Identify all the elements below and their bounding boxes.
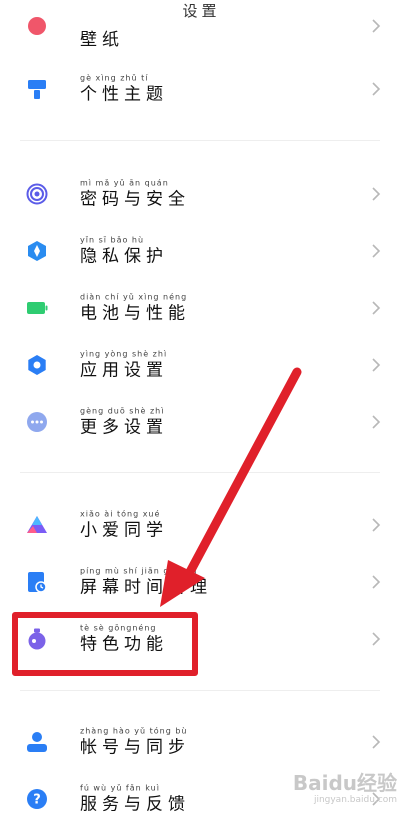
- chevron-right-icon: [372, 186, 381, 201]
- fingerprint-icon: [26, 183, 48, 204]
- wallpaper-icon: [28, 17, 46, 35]
- settings-item-label: 更多设置: [80, 417, 168, 437]
- user-icon: [27, 731, 47, 752]
- settings-item-label: 屏幕时间管理: [80, 577, 212, 597]
- chevron-right-icon: [372, 300, 381, 315]
- settings-item-label: 应用设置: [80, 360, 168, 380]
- chevron-right-icon: [372, 574, 381, 589]
- gear-icon: [28, 354, 46, 375]
- annotation-highlight-box: [12, 612, 198, 676]
- settings-item-pinyin: yìng yòng shè zhì: [80, 349, 168, 358]
- watermark: Baidu经验 jingyan.baidu.com: [277, 772, 397, 810]
- section-divider: [20, 140, 380, 141]
- settings-item-label: 小爱同学: [80, 520, 168, 540]
- settings-item-xiaoai[interactable]: xiǎo ài tóng xué 小爱同学: [0, 496, 403, 553]
- settings-item-more-settings[interactable]: gèng duō shè zhì 更多设置: [0, 393, 403, 450]
- chevron-right-icon: [372, 734, 381, 749]
- settings-item-account-sync[interactable]: zhàng hào yǔ tóng bù 帐号与同步: [0, 713, 403, 770]
- watermark-logo: Baidu经验: [292, 771, 397, 795]
- chevron-right-icon: [372, 19, 381, 33]
- settings-item-pinyin: xiǎo ài tóng xué: [80, 509, 161, 518]
- chevron-right-icon: [372, 517, 381, 532]
- settings-item-pinyin: gè xìng zhǔ tí: [80, 73, 149, 82]
- settings-item-screen-time[interactable]: píng mù shí jiān guǎn lǐ 屏幕时间管理: [0, 553, 403, 610]
- settings-item-pinyin: mì mǎ yǔ ān quán: [80, 178, 169, 187]
- settings-item-battery[interactable]: diàn chí yǔ xìng néng 电池与性能: [0, 279, 403, 336]
- settings-item-pinyin: píng mù shí jiān guǎn lǐ: [80, 566, 198, 575]
- help-icon: ?: [27, 788, 47, 809]
- section-divider: [20, 472, 380, 473]
- settings-item-pinyin: diàn chí yǔ xìng néng: [80, 292, 188, 301]
- settings-item-privacy[interactable]: yǐn sī bǎo hù 隐私保护: [0, 222, 403, 279]
- settings-item-label: 壁纸: [80, 30, 124, 50]
- chevron-right-icon: [372, 243, 381, 258]
- settings-item-pinyin: yǐn sī bǎo hù: [80, 235, 145, 244]
- more-dots-icon: [27, 411, 47, 432]
- chevron-right-icon: [372, 414, 381, 429]
- settings-item-theme[interactable]: gè xìng zhǔ tí 个性主题: [0, 60, 403, 117]
- svg-text:?: ?: [33, 792, 41, 807]
- settings-item-label: 隐私保护: [80, 246, 168, 266]
- settings-item-pinyin: fú wù yǔ fǎn kuì: [80, 783, 160, 792]
- settings-item-label: 帐号与同步: [80, 737, 190, 757]
- settings-item-label: 电池与性能: [80, 303, 190, 323]
- privacy-shield-icon: [28, 240, 46, 261]
- settings-item-app-settings[interactable]: yìng yòng shè zhì 应用设置: [0, 336, 403, 393]
- xiaoai-icon: [27, 515, 47, 533]
- watermark-url: jingyan.baidu.com: [313, 795, 397, 805]
- settings-item-pinyin: gèng duō shè zhì: [80, 406, 165, 415]
- chevron-right-icon: [372, 81, 381, 96]
- chevron-right-icon: [372, 631, 381, 646]
- settings-item-label: 密码与安全: [80, 189, 190, 209]
- settings-item-password-security[interactable]: mì mǎ yǔ ān quán 密码与安全: [0, 165, 403, 222]
- settings-item-pinyin: zhàng hào yǔ tóng bù: [80, 726, 188, 735]
- section-divider: [20, 690, 380, 691]
- settings-item-wallpaper[interactable]: 壁纸: [0, 12, 403, 52]
- settings-item-label: 个性主题: [80, 84, 168, 104]
- chevron-right-icon: [372, 357, 381, 372]
- battery-icon: [27, 301, 48, 314]
- settings-item-label: 服务与反馈: [80, 794, 190, 814]
- paint-brush-icon: [28, 79, 46, 99]
- hourglass-icon: [28, 571, 47, 593]
